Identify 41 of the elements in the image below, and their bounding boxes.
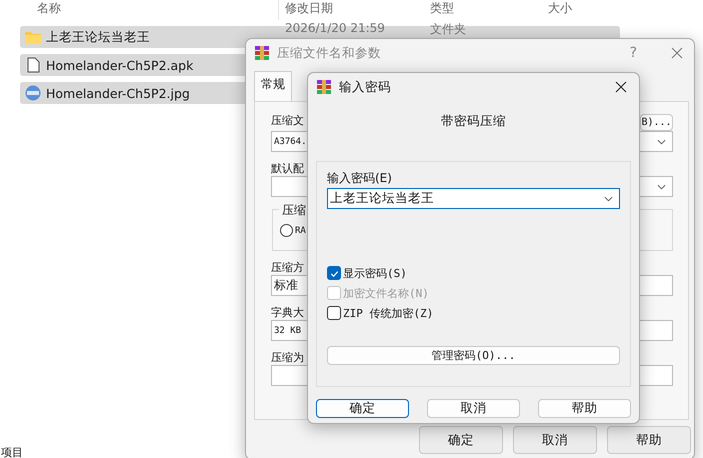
field-label: 字典大 [271, 305, 304, 320]
dialog-button[interactable]: 帮助 [607, 426, 691, 454]
status-bar-text: 项目 [1, 445, 23, 458]
radio-button[interactable] [280, 224, 293, 237]
archive-app-icon [254, 45, 270, 61]
field-label: 压缩为 [271, 350, 304, 365]
password-combo[interactable]: 上老王论坛当老王 [327, 188, 620, 209]
radio-label: RA [295, 226, 306, 236]
file-name: Homelander-Ch5P2.jpg [46, 86, 190, 100]
archive-app-icon [316, 79, 332, 95]
dialog-button[interactable]: 确定 [316, 399, 409, 418]
checkbox-label: 显示密码(S) [343, 266, 407, 280]
field-label: 输入密码(E) [327, 171, 392, 186]
caret-icon [657, 139, 666, 145]
field-label: 压缩方 [271, 260, 304, 275]
checkbox-label: ZIP 传统加密(Z) [343, 306, 434, 320]
file-name: Homelander-Ch5P2.apk [46, 58, 194, 72]
dialog-button[interactable]: 帮助 [538, 399, 631, 418]
field-label: 默认配 [271, 161, 304, 176]
field-label: 压缩文 [271, 113, 304, 128]
manage-passwords-button[interactable]: 管理密码(O)... [327, 346, 620, 365]
column-header[interactable]: 修改日期 [281, 0, 337, 17]
column-header[interactable]: 类型 [426, 0, 458, 17]
dialog-button[interactable]: 确定 [419, 426, 503, 454]
checkbox-label: 加密文件名称(N) [343, 286, 429, 300]
file-name: 上老王论坛当老王 [46, 28, 150, 46]
folder-icon [24, 29, 42, 45]
caret-icon [657, 184, 666, 190]
dialog-heading: 带密码压缩 [440, 113, 507, 130]
column-header[interactable]: 大小 [544, 0, 576, 17]
close-icon[interactable] [615, 81, 627, 93]
window-title: 输入密码 [339, 78, 392, 96]
column-header[interactable]: 名称 [33, 0, 65, 17]
browse-button[interactable]: B)... [640, 114, 673, 131]
caret-icon [604, 196, 613, 202]
dialog-button[interactable]: 取消 [513, 426, 597, 454]
tab[interactable]: 常规 [254, 71, 292, 101]
dialog-button[interactable]: 取消 [427, 399, 520, 418]
checkbox[interactable] [327, 266, 341, 280]
image-file-icon [24, 85, 42, 101]
checkbox[interactable] [327, 306, 341, 320]
